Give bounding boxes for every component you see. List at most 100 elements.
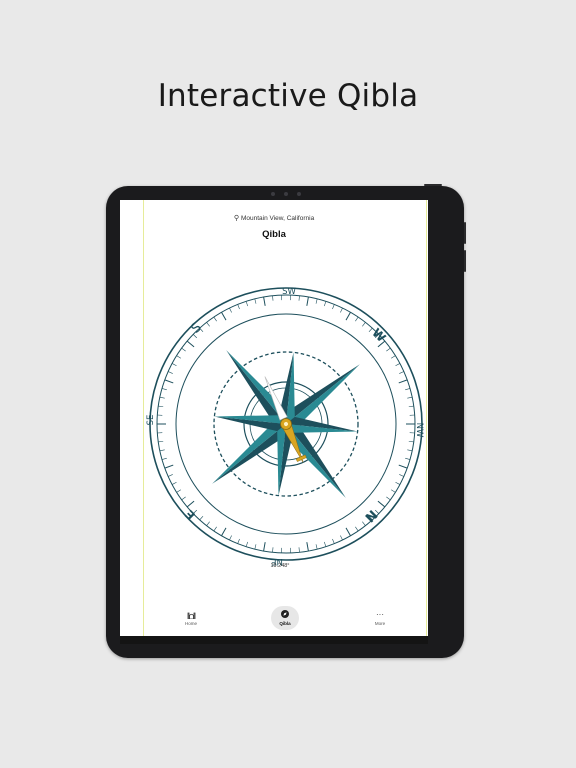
degree-tick [254, 544, 257, 550]
degree-tick [213, 526, 217, 532]
degree-tick [254, 298, 257, 304]
degree-tick [390, 355, 396, 359]
degree-tick [398, 379, 408, 384]
direction-se: SE [146, 415, 156, 426]
degree-tick [245, 541, 248, 547]
tab-home[interactable]: Home [171, 610, 211, 626]
app-screen: ⚲ Mountain View, California Qibla SW S W… [120, 200, 428, 644]
degree-tick [206, 521, 210, 526]
degree-tick [332, 538, 335, 544]
degree-tick [386, 496, 391, 501]
degree-tick [168, 474, 173, 477]
degree-tick [395, 481, 401, 485]
degree-tick [221, 312, 227, 321]
degree-tick [272, 295, 274, 301]
degree-tick [272, 547, 274, 553]
degree-tick [181, 347, 186, 352]
compass-icon [265, 610, 305, 620]
degree-tick [298, 295, 300, 301]
camera-dot [284, 192, 288, 196]
degree-tick [395, 363, 401, 367]
degree-tick [158, 405, 164, 408]
degree-tick [355, 316, 359, 322]
degree-tick [237, 538, 240, 544]
degree-tick [186, 500, 195, 508]
degree-tick [186, 340, 195, 348]
degree-tick [168, 371, 173, 374]
degree-tick [245, 301, 248, 307]
tab-more[interactable]: ··· More [360, 610, 400, 626]
degree-tick [390, 489, 396, 493]
degree-tick [362, 322, 366, 327]
degree-tick [345, 527, 351, 536]
bottom-tab-bar: Home Qibla ··· More [120, 606, 428, 636]
degree-tick [386, 347, 391, 352]
camera-dot [297, 192, 301, 196]
degree-tick [161, 388, 167, 391]
degree-tick [315, 544, 318, 550]
degree-tick [399, 474, 404, 477]
degree-tick [199, 515, 204, 521]
degree-tick [362, 521, 366, 526]
degree-tick [407, 449, 413, 452]
degree-tick [159, 396, 165, 399]
degree-tick [263, 296, 266, 306]
degree-tick [332, 304, 335, 310]
degree-tick [164, 464, 174, 469]
degree-tick [159, 449, 165, 452]
degree-tick [408, 440, 414, 443]
direction-sw: SW [282, 287, 296, 297]
degree-tick [237, 304, 240, 310]
direction-e: E [182, 507, 198, 523]
degree-tick [340, 535, 343, 541]
degree-tick [345, 312, 351, 321]
degree-tick [221, 527, 227, 536]
degree-tick [377, 500, 386, 508]
degree-tick [315, 298, 318, 304]
degree-tick [408, 405, 414, 408]
degree-tick [171, 481, 177, 485]
tab-more-label: More [374, 621, 386, 626]
degree-tick [324, 301, 327, 307]
degree-tick [176, 355, 182, 359]
degree-tick [407, 396, 413, 399]
home-indicator-bar [120, 636, 428, 644]
degree-tick [164, 379, 174, 384]
degree-tick [229, 307, 232, 313]
degree-tick [324, 541, 327, 547]
power-button [424, 184, 442, 186]
mosque-icon [171, 610, 211, 620]
volume-up-button [464, 222, 466, 244]
degree-tick [355, 526, 359, 532]
direction-n: N [361, 506, 379, 524]
degree-tick [158, 440, 164, 443]
direction-nw: NW [414, 423, 424, 438]
degree-tick [405, 388, 411, 391]
tab-qibla[interactable]: Qibla [265, 606, 305, 630]
degree-tick [340, 307, 343, 313]
qibla-compass[interactable]: SW S W SE NW E N NE 19.248° [120, 200, 428, 644]
camera-dot [271, 192, 275, 196]
degree-tick [399, 371, 404, 374]
degree-tick [206, 322, 210, 327]
degree-tick [176, 489, 182, 493]
degree-tick [161, 457, 167, 460]
direction-s: S [189, 320, 205, 337]
degree-tick [306, 296, 309, 306]
heading-readout: 19.248° [270, 563, 289, 569]
degree-tick [398, 464, 408, 469]
degree-tick [229, 535, 232, 541]
degree-tick [171, 363, 177, 367]
tab-qibla-label: Qibla [279, 621, 291, 626]
volume-down-button [464, 250, 466, 272]
degree-tick [263, 542, 266, 552]
degree-tick [213, 316, 217, 322]
degree-tick [181, 496, 186, 501]
degree-tick [368, 327, 373, 333]
more-icon: ··· [376, 610, 384, 619]
tab-home-label: Home [184, 621, 197, 626]
degree-tick [306, 542, 309, 552]
degree-tick [405, 457, 411, 460]
promo-headline: Interactive Qibla [157, 78, 419, 114]
degree-tick [298, 547, 300, 553]
